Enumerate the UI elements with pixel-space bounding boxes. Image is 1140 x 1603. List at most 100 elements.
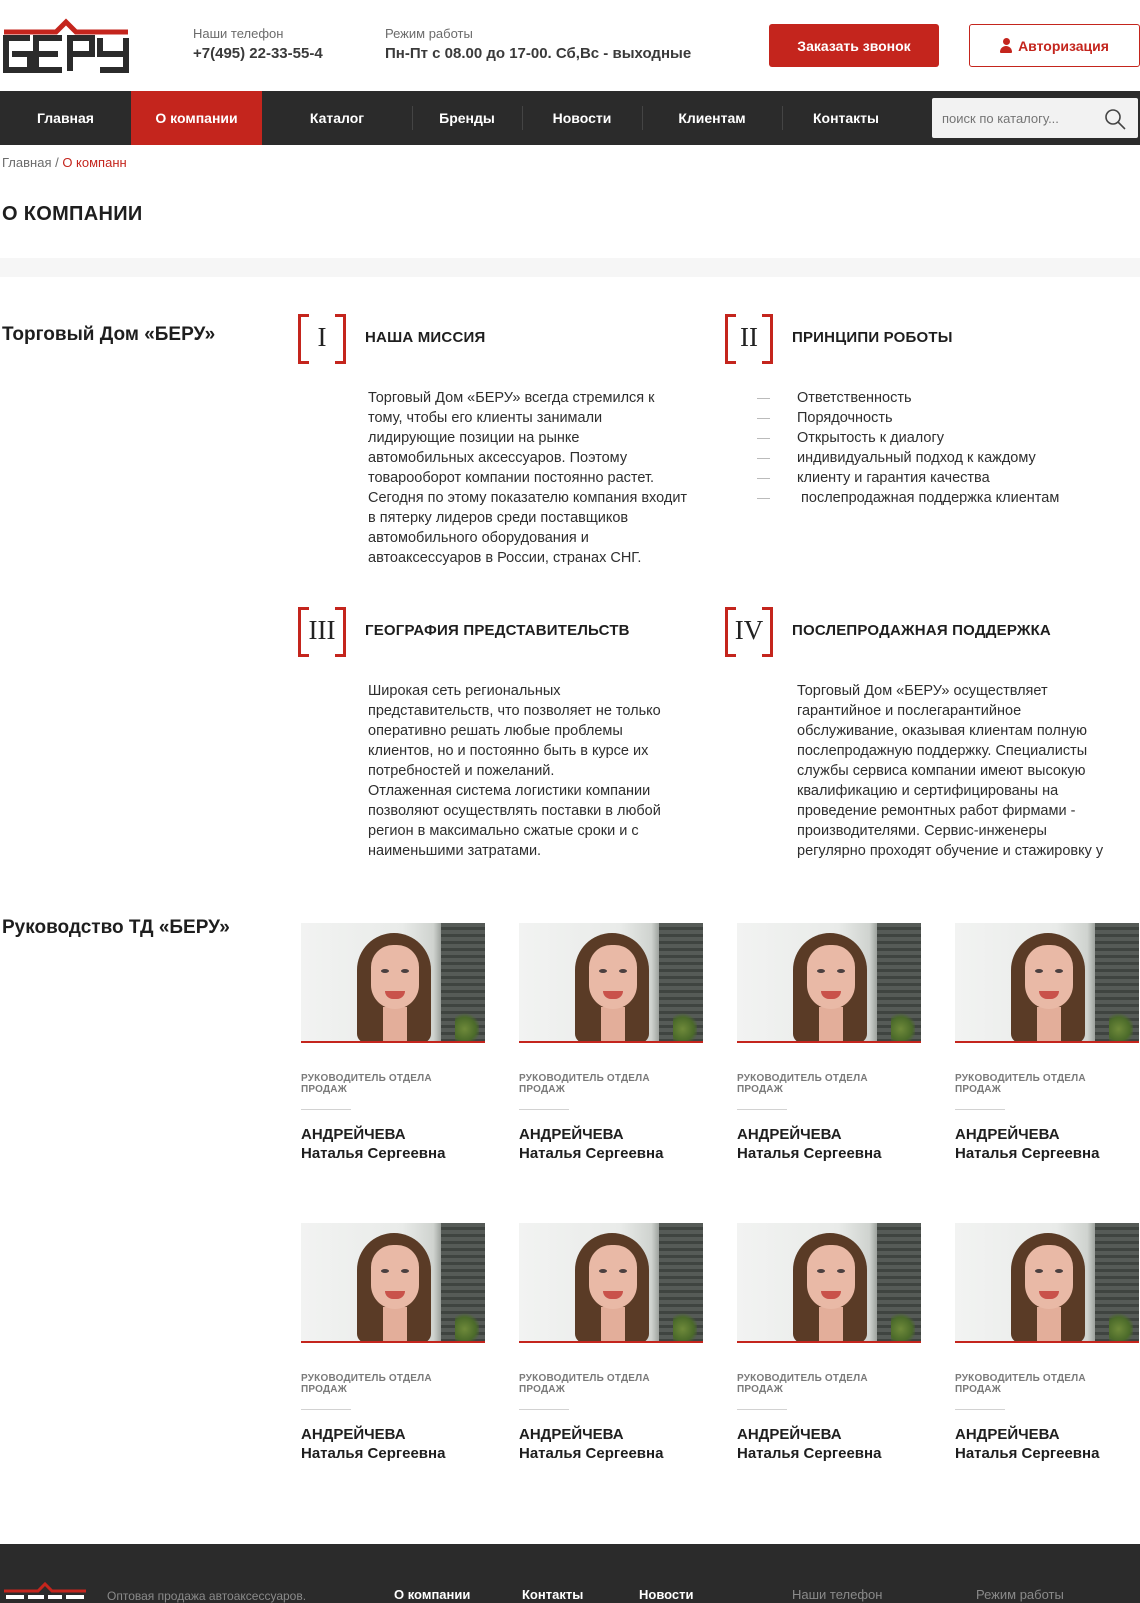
breadcrumb-separator: /: [51, 155, 63, 170]
footer-link-about[interactable]: О компании: [394, 1587, 470, 1602]
photo-background-plant: [891, 1311, 915, 1341]
photo-eye: [817, 1269, 825, 1273]
leader-surname: АНДРЕЙЧЕВА: [301, 1126, 406, 1143]
photo-face: [371, 945, 419, 1009]
site-footer: Оптовая продажа автоаксессуаров. О компа…: [0, 1544, 1140, 1603]
site-header: Наши телефон +7(495) 22-33-55-4 Режим ра…: [0, 0, 1140, 91]
leader-photo: [955, 923, 1139, 1043]
auth-button[interactable]: Авторизация: [969, 24, 1140, 67]
search-icon[interactable]: [1104, 108, 1126, 130]
leader-card[interactable]: РУКОВОДИТЕЛЬ ОТДЕЛА ПРОДАЖ АНДРЕЙЧЕВА Ната…: [955, 1223, 1139, 1463]
leader-card[interactable]: РУКОВОДИТЕЛЬ ОТДЕЛА ПРОДАЖ АНДРЕЙЧЕВА Ната…: [519, 1223, 703, 1463]
nav-item-news[interactable]: Новости: [522, 91, 642, 145]
role-divider: [519, 1409, 569, 1410]
leader-card[interactable]: РУКОВОДИТЕЛЬ ОТДЕЛА ПРОДАЖ АНДРЕЙЧЕВА Ната…: [519, 923, 703, 1163]
photo-face: [807, 945, 855, 1009]
leader-card[interactable]: РУКОВОДИТЕЛЬ ОТДЕЛА ПРОДАЖ АНДРЕЙЧЕВА Ната…: [955, 923, 1139, 1163]
photo-eye: [381, 1269, 389, 1273]
section-number-1: I: [298, 314, 346, 364]
leader-card[interactable]: РУКОВОДИТЕЛЬ ОТДЕЛА ПРОДАЖ АНДРЕЙЧЕВА Ната…: [301, 1223, 485, 1463]
section-title-principles: ПРИНЦИПИ РОБОТЫ: [792, 329, 953, 346]
photo-background-plant: [891, 1011, 915, 1041]
role-divider: [301, 1409, 351, 1410]
section-title-support: ПОСЛЕПРОДАЖНАЯ ПОДДЕРЖКА: [792, 622, 1051, 639]
principles-list: Ответственность Порядочность Открытость …: [757, 388, 1060, 508]
leader-name: Наталья Сергеевна: [519, 1145, 664, 1162]
leader-surname: АНДРЕЙЧЕВА: [737, 1426, 842, 1443]
photo-neck: [819, 1307, 843, 1341]
nav-item-about[interactable]: О компании: [131, 91, 262, 145]
photo-neck: [383, 1007, 407, 1041]
leader-name: Наталья Сергеевна: [301, 1145, 446, 1162]
role-divider: [301, 1109, 351, 1110]
leader-role: РУКОВОДИТЕЛЬ ОТДЕЛА ПРОДАЖ: [737, 1073, 868, 1095]
list-item: индивидуальный подход к каждому клиенту …: [757, 448, 1059, 488]
list-item: Порядочность: [757, 408, 1059, 428]
leader-card[interactable]: РУКОВОДИТЕЛЬ ОТДЕЛА ПРОДАЖ АНДРЕЙЧЕВА Ната…: [301, 923, 485, 1163]
leader-photo: [301, 1223, 485, 1343]
photo-background-plant: [1109, 1011, 1133, 1041]
list-dash: [757, 418, 770, 419]
section-number-3: III: [298, 607, 346, 657]
list-item-text: Открытость к диалогу: [797, 430, 944, 446]
list-item-text: Порядочность: [797, 410, 893, 426]
photo-face: [589, 945, 637, 1009]
leader-role: РУКОВОДИТЕЛЬ ОТДЕЛА ПРОДАЖ: [737, 1373, 868, 1395]
footer-logo[interactable]: [4, 1581, 86, 1603]
leader-name: Наталья Сергеевна: [519, 1445, 664, 1462]
list-item: Открытость к диалогу: [757, 428, 1059, 448]
leader-surname: АНДРЕЙЧЕВА: [519, 1426, 624, 1443]
role-divider: [519, 1109, 569, 1110]
photo-eye: [401, 969, 409, 973]
list-dash: [757, 498, 770, 499]
photo-eye: [837, 969, 845, 973]
list-item-text: послепродажная поддержка клиентам: [797, 490, 1060, 506]
leader-role: РУКОВОДИТЕЛЬ ОТДЕЛА ПРОДАЖ: [519, 1373, 650, 1395]
breadcrumb-home[interactable]: Главная: [2, 155, 51, 170]
phone-number[interactable]: +7(495) 22-33-55-4: [193, 45, 323, 63]
photo-face: [371, 1245, 419, 1309]
photo-neck: [383, 1307, 407, 1341]
nav-item-brands[interactable]: Бренды: [412, 91, 522, 145]
leadership-heading: Руководство ТД «БЕРУ»: [2, 917, 230, 938]
leader-photo: [519, 1223, 703, 1343]
footer-link-news[interactable]: Новости: [639, 1587, 694, 1602]
leader-card[interactable]: РУКОВОДИТЕЛЬ ОТДЕЛА ПРОДАЖ АНДРЕЙЧЕВА Ната…: [737, 1223, 921, 1463]
photo-background-plant: [455, 1311, 479, 1341]
user-icon: [1000, 38, 1013, 53]
leader-card[interactable]: РУКОВОДИТЕЛЬ ОТДЕЛА ПРОДАЖ АНДРЕЙЧЕВА Ната…: [737, 923, 921, 1163]
list-item-text: Ответственность: [797, 390, 912, 406]
photo-eye: [381, 969, 389, 973]
photo-background-plant: [455, 1011, 479, 1041]
leader-photo: [737, 1223, 921, 1343]
role-divider: [737, 1109, 787, 1110]
photo-face: [1025, 945, 1073, 1009]
photo-neck: [819, 1007, 843, 1041]
nav-item-home[interactable]: Главная: [0, 91, 131, 145]
nav-item-clients[interactable]: Клиентам: [642, 91, 782, 145]
leader-role: РУКОВОДИТЕЛЬ ОТДЕЛА ПРОДАЖ: [955, 1073, 1086, 1095]
role-divider: [737, 1409, 787, 1410]
order-call-button[interactable]: Заказать звонок: [769, 24, 939, 67]
search-input[interactable]: [942, 98, 1092, 138]
photo-eye: [1035, 1269, 1043, 1273]
company-heading: Торговый Дом «БЕРУ»: [2, 324, 216, 345]
photo-background-plant: [673, 1011, 697, 1041]
leader-photo: [301, 923, 485, 1043]
page-title: О КОМПАНИИ: [2, 203, 143, 225]
nav-item-catalog[interactable]: Каталог: [262, 91, 412, 145]
beru-logo[interactable]: [2, 18, 130, 73]
list-item-text: индивидуальный подход к каждому клиенту …: [797, 450, 1036, 486]
footer-link-contacts[interactable]: Контакты: [522, 1587, 583, 1602]
photo-background-plant: [1109, 1311, 1133, 1341]
nav-item-contacts[interactable]: Контакты: [782, 91, 910, 145]
leader-surname: АНДРЕЙЧЕВА: [737, 1126, 842, 1143]
leader-surname: АНДРЕЙЧЕВА: [519, 1126, 624, 1143]
leader-surname: АНДРЕЙЧЕВА: [301, 1426, 406, 1443]
leader-surname: АНДРЕЙЧЕВА: [955, 1126, 1060, 1143]
leader-photo: [737, 923, 921, 1043]
phone-block: Наши телефон +7(495) 22-33-55-4: [193, 26, 323, 63]
list-dash: [757, 438, 770, 439]
photo-neck: [1037, 1007, 1061, 1041]
hours-value: Пн-Пт с 08.00 до 17-00. Сб,Вс - выходные: [385, 45, 692, 62]
